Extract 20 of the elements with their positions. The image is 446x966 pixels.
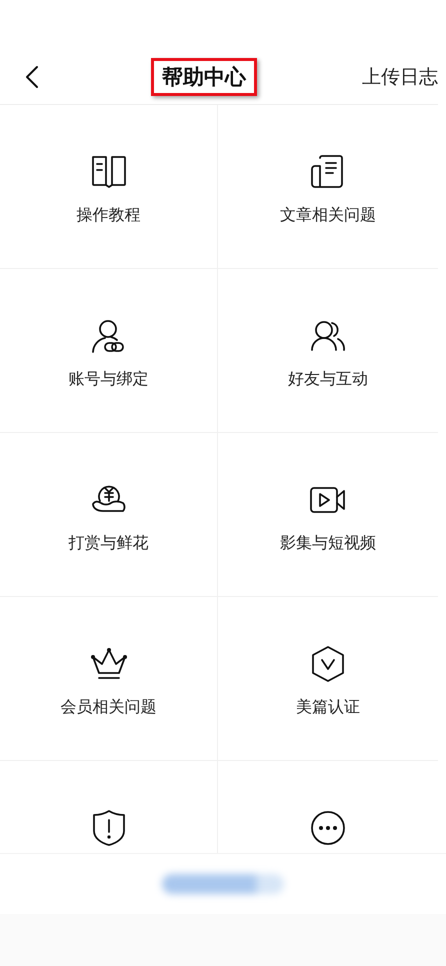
help-category[interactable]: 操作教程 [0,105,218,269]
crown-icon [90,647,128,681]
help-category[interactable]: 影集与短视频 [218,433,438,597]
video-camera-icon [309,486,347,514]
help-category[interactable]: 打赏与鲜花 [0,433,218,597]
help-category[interactable]: 账号与绑定 [0,269,218,433]
users-icon [310,320,346,352]
more-icon [310,810,346,846]
blurred-button[interactable] [162,874,284,894]
shield-alert-icon [92,809,126,847]
user-link-icon [90,318,126,354]
help-category[interactable]: 美篇认证 [218,597,438,761]
hexagon-check-icon [311,645,345,683]
help-category[interactable]: 会员相关问题 [0,597,218,761]
page-title: 帮助中心 [162,64,246,90]
book-icon [90,155,126,189]
document-icon [310,154,346,190]
help-category[interactable]: 文章相关问题 [218,105,438,269]
help-category[interactable]: 好友与互动 [218,269,438,433]
upload-log-button[interactable]: 上传日志 [362,64,438,90]
